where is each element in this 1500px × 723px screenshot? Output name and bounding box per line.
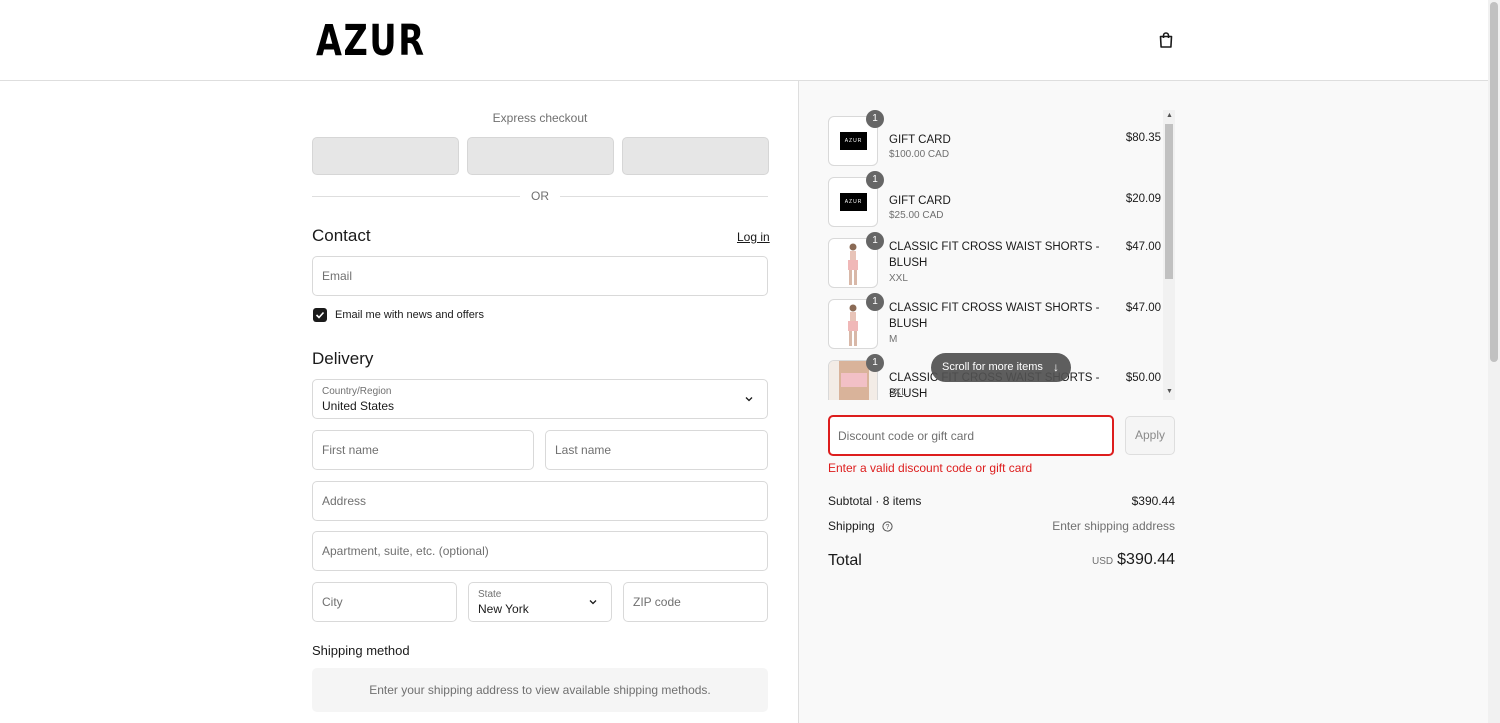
apartment-field[interactable]: Apartment, suite, etc. (optional) xyxy=(312,531,768,571)
country-select[interactable]: Country/Region United States xyxy=(312,379,768,419)
item-price: $47.00 xyxy=(1125,302,1161,314)
check-icon xyxy=(315,311,325,319)
item-price: $50.00 xyxy=(1125,372,1161,384)
email-field[interactable]: Email xyxy=(312,256,768,296)
scroll-more-button[interactable]: Scroll for more items ↓ xyxy=(931,353,1071,382)
express-pay-button-2[interactable] xyxy=(467,137,614,175)
item-name: CLASSIC FIT CROSS WAIST SHORTS - BLUSH xyxy=(889,302,1100,330)
quantity-badge: 1 xyxy=(866,293,884,311)
cart-item: AZUR 1 GIFT CARD $25.00 CAD $20.09 xyxy=(828,171,1163,229)
city-placeholder: City xyxy=(322,595,343,609)
shopping-bag-icon[interactable] xyxy=(1156,30,1176,50)
apartment-placeholder: Apartment, suite, etc. (optional) xyxy=(322,544,489,558)
login-link[interactable]: Log in xyxy=(737,230,770,244)
delivery-heading: Delivery xyxy=(312,349,374,368)
shipping-label: Shipping xyxy=(828,519,875,533)
item-name: GIFT CARD xyxy=(889,134,951,146)
country-label: Country/Region xyxy=(322,386,392,397)
address-field[interactable]: Address xyxy=(312,481,768,521)
scroll-down-icon[interactable]: ▼ xyxy=(1166,388,1173,395)
quantity-badge: 1 xyxy=(866,171,884,189)
city-field[interactable]: City xyxy=(312,582,457,622)
total-label: Total xyxy=(828,552,862,569)
item-name: GIFT CARD xyxy=(889,195,951,207)
svg-text:?: ? xyxy=(886,524,890,531)
subtotal-row: Subtotal · 8 items $390.44 xyxy=(828,494,1175,508)
shipping-value: Enter shipping address xyxy=(1052,519,1175,533)
gift-card-image: AZUR xyxy=(840,132,867,150)
apply-button[interactable]: Apply xyxy=(1125,416,1175,455)
newsletter-checkbox[interactable] xyxy=(313,308,327,322)
email-placeholder: Email xyxy=(322,269,353,283)
first-name-field[interactable]: First name xyxy=(312,430,534,470)
item-variant: XXL xyxy=(889,273,908,284)
item-price: $80.35 xyxy=(1125,132,1161,144)
express-pay-button-3[interactable] xyxy=(622,137,769,175)
quantity-badge: 1 xyxy=(866,232,884,250)
chevron-down-icon xyxy=(589,600,597,605)
chevron-down-icon xyxy=(745,397,753,402)
item-variant: $25.00 CAD xyxy=(889,210,944,221)
page-scrollbar[interactable] xyxy=(1488,0,1500,723)
gift-card-image: AZUR xyxy=(840,193,867,211)
total-value: $390.44 xyxy=(1117,551,1175,568)
state-value: New York xyxy=(478,602,529,616)
country-value: United States xyxy=(322,399,395,413)
item-price: $20.09 xyxy=(1125,193,1161,205)
shipping-row: Shipping ? Enter shipping address xyxy=(828,519,1175,533)
divider xyxy=(560,196,768,197)
discount-placeholder: Discount code or gift card xyxy=(838,429,975,443)
express-checkout-label: Express checkout xyxy=(492,111,588,125)
contact-heading: Contact xyxy=(312,226,371,245)
item-variant: 3XL xyxy=(889,387,907,398)
last-name-placeholder: Last name xyxy=(555,443,612,457)
cart-item: 1 CLASSIC FIT CROSS WAIST SHORTS - BLUSH… xyxy=(828,293,1163,351)
currency-code: USD xyxy=(1092,556,1114,567)
shipping-method-message: Enter your shipping address to view avai… xyxy=(312,668,768,712)
quantity-badge: 1 xyxy=(866,354,884,372)
divider xyxy=(312,196,520,197)
item-name: CLASSIC FIT CROSS WAIST SHORTS - BLUSH xyxy=(889,241,1100,269)
quantity-badge: 1 xyxy=(866,110,884,128)
zip-field[interactable]: ZIP code xyxy=(623,582,768,622)
item-variant: M xyxy=(889,334,898,345)
address-placeholder: Address xyxy=(322,494,367,508)
scroll-up-icon[interactable]: ▲ xyxy=(1166,112,1173,119)
cart-scrollbar[interactable]: ▲ ▼ xyxy=(1163,110,1175,400)
or-divider-text: OR xyxy=(531,189,549,203)
help-icon[interactable]: ? xyxy=(882,521,893,532)
discount-code-field[interactable]: Discount code or gift card xyxy=(828,415,1114,456)
header: AZUR xyxy=(0,0,1488,81)
express-pay-button-1[interactable] xyxy=(312,137,459,175)
state-select[interactable]: State New York xyxy=(468,582,612,622)
total-amount: USD $390.44 xyxy=(1092,551,1175,569)
newsletter-label: Email me with news and offers xyxy=(335,309,484,321)
cart-item: AZUR 1 GIFT CARD $100.00 CAD $80.35 xyxy=(828,110,1163,168)
subtotal-value: $390.44 xyxy=(1131,494,1175,508)
first-name-placeholder: First name xyxy=(322,443,379,457)
item-variant: $100.00 CAD xyxy=(889,149,950,160)
zip-placeholder: ZIP code xyxy=(633,595,681,609)
subtotal-label: Subtotal · 8 items xyxy=(828,494,922,508)
state-label: State xyxy=(478,589,502,600)
shipping-method-heading: Shipping method xyxy=(312,643,410,658)
scroll-more-label: Scroll for more items xyxy=(942,361,1043,373)
arrow-down-icon: ↓ xyxy=(1053,360,1059,374)
discount-error: Enter a valid discount code or gift card xyxy=(828,461,1033,475)
cart-item: 1 CLASSIC FIT CROSS WAIST SHORTS - BLUSH… xyxy=(828,232,1163,290)
last-name-field[interactable]: Last name xyxy=(545,430,768,470)
item-price: $47.00 xyxy=(1125,241,1161,253)
brand-logo[interactable]: AZUR xyxy=(316,16,426,66)
